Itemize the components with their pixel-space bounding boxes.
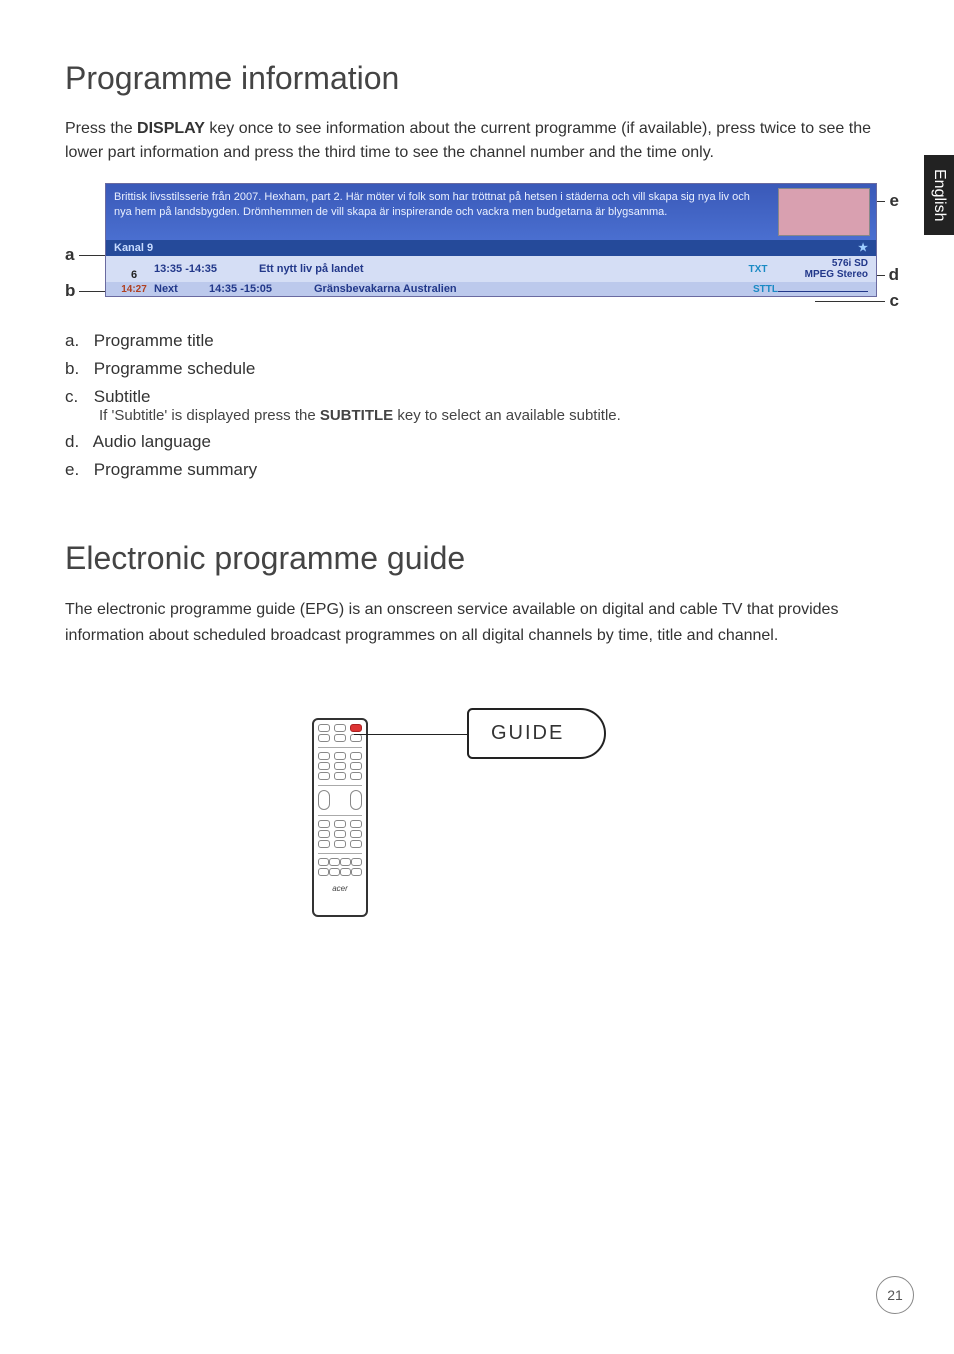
osd-next-label: Next <box>154 283 209 295</box>
legend-list: a. Programme title b. Programme schedule… <box>65 331 899 480</box>
guide-callout-line <box>354 734 468 735</box>
legend-subtext: If 'Subtitle' is displayed press the SUB… <box>99 407 899 424</box>
remote-brand: acer <box>314 884 366 893</box>
osd-next-row: 14:27 Next 14:35 -15:05 Gränsbevakarna A… <box>106 282 876 296</box>
legend-item-a: a. Programme title <box>65 331 899 351</box>
osd-current-row: 6 13:35 -14:35 Ett nytt liv på landet TX… <box>106 256 876 282</box>
osd-current-title: Ett nytt liv på landet <box>259 263 738 275</box>
callout-e: e <box>890 191 899 211</box>
section1-title: Programme information <box>65 60 899 97</box>
osd-current-time: 13:35 -14:35 <box>154 263 259 275</box>
intro-prefix: Press the <box>65 120 137 137</box>
osd-thumbnail <box>778 188 870 236</box>
legend-sub-prefix: If 'Subtitle' is displayed press the <box>99 407 320 424</box>
osd-summary-area: Brittisk livsstilsserie från 2007. Hexha… <box>106 184 876 240</box>
legend-key: c. <box>65 387 89 407</box>
osd-channel-bar: Kanal 9 ★ <box>106 240 876 256</box>
section2-intro: The electronic programme guide (EPG) is … <box>65 597 899 648</box>
legend-text: Programme schedule <box>94 359 256 378</box>
legend-key: b. <box>65 359 89 379</box>
legend-item-d: d. Audio language <box>65 432 899 452</box>
section1-intro: Press the DISPLAY key once to see inform… <box>65 117 899 165</box>
language-tab: English <box>924 155 954 235</box>
remote-illustration: acer <box>312 718 368 917</box>
legend-item-b: b. Programme schedule <box>65 359 899 379</box>
legend-key: e. <box>65 460 89 480</box>
legend-key: a. <box>65 331 89 351</box>
callout-b: b <box>65 281 75 301</box>
osd-video-format: 576i SD <box>832 258 868 269</box>
osd-audio-format: MPEG Stereo <box>805 269 868 280</box>
legend-sub-key: SUBTITLE <box>320 407 393 424</box>
osd-channel-name: Kanal 9 <box>114 242 153 254</box>
guide-balloon: GUIDE <box>467 708 606 759</box>
intro-key: DISPLAY <box>137 120 205 137</box>
osd-summary-text: Brittisk livsstilsserie från 2007. Hexha… <box>114 191 750 218</box>
callout-a: a <box>65 245 74 265</box>
legend-item-e: e. Programme summary <box>65 460 899 480</box>
osd-next-time: 14:35 -15:05 <box>209 283 314 295</box>
osd-next-title: Gränsbevakarna Australien <box>314 283 738 295</box>
legend-sub-suffix: key to select an available subtitle. <box>393 407 621 424</box>
legend-item-c: c. Subtitle If 'Subtitle' is displayed p… <box>65 387 899 424</box>
legend-text: Programme title <box>94 331 214 350</box>
section2-title: Electronic programme guide <box>65 540 899 577</box>
osd-right-underline <box>778 291 868 293</box>
callout-c: c <box>890 291 899 311</box>
legend-text: Audio language <box>93 432 211 451</box>
osd-clock: 14:27 <box>114 284 154 295</box>
osd-panel: Brittisk livsstilsserie från 2007. Hexha… <box>105 183 877 297</box>
guide-button-on-remote <box>350 724 362 732</box>
callout-c-line <box>815 301 885 302</box>
osd-channel-number: 6 <box>114 257 154 281</box>
legend-text: Programme summary <box>94 460 257 479</box>
star-icon: ★ <box>858 241 868 254</box>
page-number: 21 <box>876 1276 914 1314</box>
legend-text: Subtitle <box>94 387 151 406</box>
legend-key: d. <box>65 432 89 452</box>
osd-sttl-indicator: STTL <box>738 284 778 295</box>
osd-figure: a b e d c Brittisk livsstilsserie från 2… <box>65 183 899 313</box>
osd-txt-indicator: TXT <box>738 264 778 275</box>
guide-figure: acer GUIDE <box>312 698 652 918</box>
osd-video-audio: 576i SD MPEG Stereo <box>778 258 868 280</box>
callout-d: d <box>889 265 899 285</box>
